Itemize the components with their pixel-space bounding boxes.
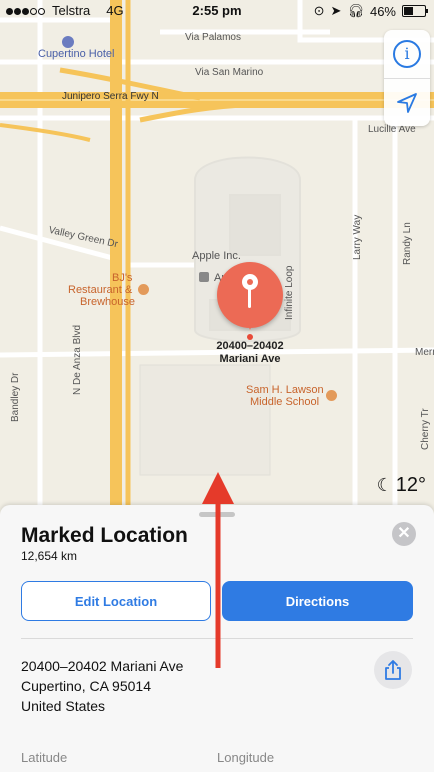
map-label-bandley: Bandley Dr [10, 372, 21, 422]
restaurant-icon [138, 284, 149, 295]
map-view[interactable]: Cupertino Hotel Via Palamos Via San Mari… [0, 0, 434, 520]
map-label-merr: Merr [415, 347, 434, 358]
pin-label-line1: 20400–20402 [216, 340, 284, 352]
latitude-label: Latitude [21, 750, 68, 765]
school-icon [326, 390, 337, 401]
longitude-label: Longitude [217, 750, 275, 765]
address-block[interactable]: 20400–20402 Mariani Ave Cupertino, CA 95… [21, 656, 183, 716]
close-icon: ✕ [397, 525, 411, 542]
map-label-sam-lawson-2[interactable]: Middle School [250, 396, 319, 408]
map-label-hotel[interactable]: Cupertino Hotel [38, 48, 114, 60]
annotation-arrow [202, 472, 234, 668]
battery-percent: 46% [369, 3, 396, 19]
map-label-bjs-1[interactable]: BJ's [112, 272, 132, 284]
edit-location-button[interactable]: Edit Location [21, 581, 211, 621]
map-label-apple[interactable]: Apple Inc. [192, 250, 241, 262]
info-button[interactable]: i [384, 30, 430, 78]
address-line1: 20400–20402 Mariani Ave [21, 658, 184, 674]
tracking-button[interactable] [384, 78, 430, 127]
map-label-cherry: Cherry Tr [420, 408, 431, 450]
hotel-icon [62, 36, 74, 48]
map-label-infinite-loop: Infinite Loop [284, 265, 295, 321]
weather-temperature: 12° [395, 474, 426, 496]
address-line3: United States [21, 698, 106, 714]
marked-location-pin[interactable] [217, 262, 283, 342]
weather-widget: ☾ 12° [377, 474, 426, 497]
rotation-lock-icon: ⊙ [313, 3, 325, 18]
map-label-junipero: Junipero Serra Fwy N [62, 91, 159, 102]
map-label-larry-way: Larry Way [352, 214, 363, 260]
info-icon: i [393, 40, 421, 68]
map-label-n-de-anza: N De Anza Blvd [72, 324, 83, 395]
headphones-icon: 🎧︎ [347, 3, 364, 18]
pin-label-line2: Mariani Ave [219, 353, 281, 365]
status-bar: Telstra 4G 2:55 pm ⊙ ➤ 🎧︎ 46% [0, 0, 434, 22]
map-label-bjs-2[interactable]: Restaurant & [68, 284, 132, 296]
location-services-icon: ➤ [330, 3, 342, 18]
map-label-via-palamos: Via Palamos [185, 32, 241, 43]
battery-icon [402, 5, 428, 17]
close-button[interactable]: ✕ [392, 522, 416, 546]
map-label-randy-ln: Randy Ln [402, 222, 413, 265]
directions-button[interactable]: Directions [222, 581, 413, 621]
location-arrow-icon [397, 93, 417, 113]
address-line2: Cupertino, CA 95014 [21, 678, 151, 694]
map-controls: i [384, 30, 430, 126]
map-label-sam-lawson-1[interactable]: Sam H. Lawson [246, 384, 324, 396]
map-label-via-san-marino: Via San Marino [195, 67, 264, 78]
moon-cloud-icon: ☾ [376, 475, 393, 495]
building-icon [199, 272, 209, 282]
map-label-bjs-3[interactable]: Brewhouse [80, 296, 135, 308]
share-button[interactable] [374, 651, 412, 689]
pin-label: 20400–20402 Mariani Ave [180, 340, 320, 366]
share-icon [385, 660, 401, 680]
card-title: Marked Location [21, 524, 188, 547]
card-distance: 12,654 km [21, 549, 78, 563]
